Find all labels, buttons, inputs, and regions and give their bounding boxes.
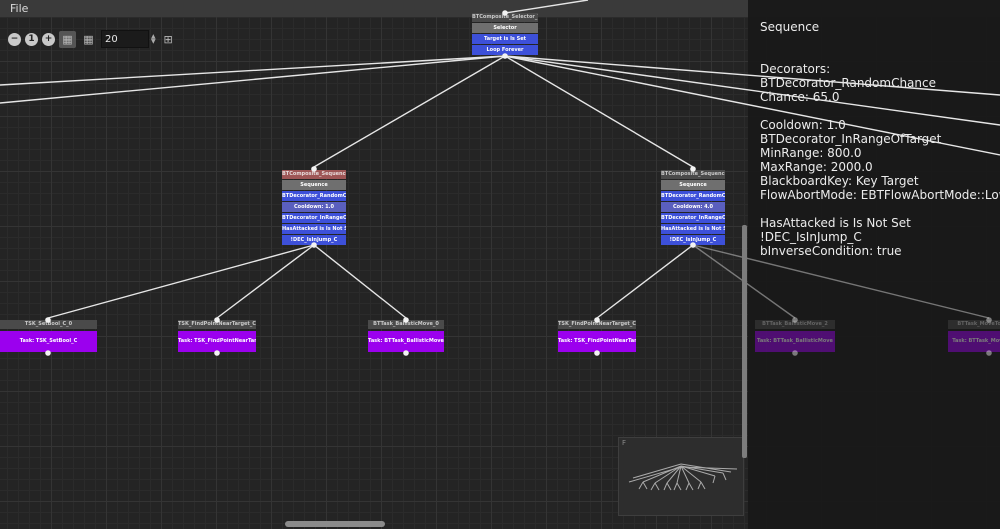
node-title: TSK_SetBool_C_0	[0, 320, 97, 329]
node-row: HasAttacked is Is Not Set	[661, 224, 725, 234]
node-row: BTDecorator_InRangeOfTarget	[282, 213, 346, 223]
node-title: TSK_FindPointNearTarget_C_1	[558, 320, 636, 329]
vertical-scrollbar[interactable]	[742, 225, 747, 458]
node-title: BTComposite_Sequence_11	[661, 170, 725, 179]
minimap-preview	[628, 463, 738, 491]
node-row: Sequence	[661, 180, 725, 190]
node-bttask-movetounit-0[interactable]: BTTask_MoveToUnit_0 Task: BTTask_MoveToUn…	[948, 320, 1000, 352]
node-row: Cooldown: 4.0	[661, 202, 725, 212]
node-title: BTTask_MoveToUnit_0	[948, 320, 1000, 329]
node-task-row: Task: BTTask_MoveToUnit	[948, 331, 1000, 352]
node-task-row: Task: TSK_FindPointNearTarget_C	[558, 331, 636, 352]
node-btcomposite-sequence-11[interactable]: BTComposite_Sequence_11SequenceBTDecorat…	[661, 170, 725, 245]
node-row: Sequence	[282, 180, 346, 190]
node-row: BTDecorator_RandomChance	[661, 191, 725, 201]
node-task-row: Task: TSK_SetBool_C	[0, 331, 97, 352]
node-btcomposite-selector-7[interactable]: BTComposite_Selector_7 Selector Target is …	[472, 13, 538, 55]
node-row: Selector	[472, 23, 538, 33]
horizontal-scrollbar[interactable]	[285, 521, 385, 527]
canvas-toolbar: − 1 + ▦ ▦ ▲ ▼ ⊞	[8, 29, 177, 49]
node-tsk-findpointneartarget-c-0[interactable]: TSK_FindPointNearTarget_C_0 Task: TSK_Fin…	[178, 320, 256, 352]
snap-grid-alt-icon[interactable]: ▦	[80, 31, 97, 48]
minimap[interactable]: F	[618, 437, 744, 516]
grid-size-input[interactable]	[101, 30, 149, 48]
node-task-row: Task: BTTask_BallisticMove	[755, 331, 835, 352]
snap-grid-icon[interactable]: ▦	[59, 30, 76, 48]
node-bttask-ballisticmove-0[interactable]: BTTask_BallisticMove_0 Task: BTTask_Balli…	[368, 320, 444, 352]
node-task-row: Task: TSK_FindPointNearTarget_C	[178, 331, 256, 352]
node-title: BTComposite_Selector_7	[472, 13, 538, 22]
node-tsk-findpointneartarget-c-1[interactable]: TSK_FindPointNearTarget_C_1 Task: TSK_Fin…	[558, 320, 636, 352]
minimap-flag-icon: F	[622, 439, 627, 447]
stepper-down-icon[interactable]: ▼	[151, 39, 156, 45]
zoom-out-button[interactable]: −	[8, 32, 21, 46]
node-btcomposite-sequence-5[interactable]: BTComposite_Sequence_5SequenceBTDecorato…	[282, 170, 346, 245]
grid-size-stepper[interactable]: ▲ ▼	[151, 34, 156, 45]
node-row: Loop Forever	[472, 45, 538, 55]
zoom-reset-button[interactable]: 1	[25, 32, 38, 46]
node-row: Target is Is Set	[472, 34, 538, 44]
node-bttask-ballisticmove-2[interactable]: BTTask_BallisticMove_2 Task: BTTask_Balli…	[755, 320, 835, 352]
node-row: !DEC_IsInJump_C	[661, 235, 725, 245]
node-title: BTTask_BallisticMove_0	[368, 320, 444, 329]
layout-icon[interactable]: ⊞	[160, 31, 177, 48]
node-row: HasAttacked is Is Not Set	[282, 224, 346, 234]
node-title: BTComposite_Sequence_5	[282, 170, 346, 179]
nodes-layer: BTComposite_Selector_7 Selector Target is …	[0, 0, 1000, 529]
node-row: Cooldown: 1.0	[282, 202, 346, 212]
node-row: BTDecorator_InRangeOfTarget	[661, 213, 725, 223]
node-task-row: Task: BTTask_BallisticMove	[368, 331, 444, 352]
node-tsk-setbool-c-0[interactable]: TSK_SetBool_C_0 Task: TSK_SetBool_C	[0, 320, 97, 352]
node-title: BTTask_BallisticMove_2	[755, 320, 835, 329]
node-title: TSK_FindPointNearTarget_C_0	[178, 320, 256, 329]
node-row: !DEC_IsInJump_C	[282, 235, 346, 245]
node-row: BTDecorator_RandomChance	[282, 191, 346, 201]
zoom-in-button[interactable]: +	[42, 32, 55, 46]
